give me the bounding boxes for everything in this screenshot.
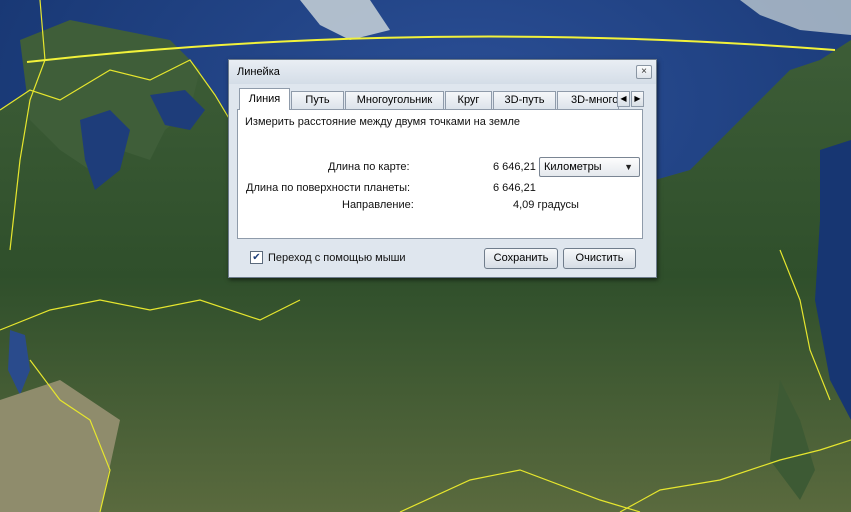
- tab-circle[interactable]: Круг: [445, 91, 492, 110]
- save-button[interactable]: Сохранить: [484, 248, 558, 269]
- dialog-title: Линейка: [237, 66, 280, 78]
- mouse-nav-checkbox[interactable]: ✔: [250, 251, 263, 264]
- tab-polygon[interactable]: Многоугольник: [345, 91, 444, 110]
- chevron-down-icon: ▼: [624, 162, 633, 172]
- measure-description: Измерить расстояние между двумя точками …: [245, 116, 521, 128]
- chevron-right-icon: ▶: [634, 94, 641, 103]
- tab-3d-path[interactable]: 3D-путь: [493, 91, 556, 110]
- map-length-value: 6 646,21: [493, 161, 536, 173]
- close-icon: ×: [641, 66, 647, 77]
- tab-3d-polygon[interactable]: 3D-много: [557, 91, 619, 110]
- tab-scroll-left-button[interactable]: ◀: [617, 91, 630, 107]
- ruler-dialog: Линейка × Линия Путь Многоугольник Круг …: [228, 59, 657, 278]
- tab-path[interactable]: Путь: [291, 91, 344, 110]
- surface-length-value: 6 646,21: [493, 182, 536, 194]
- units-selected: Километры: [544, 161, 602, 173]
- checkmark-icon: ✔: [252, 252, 261, 263]
- mouse-nav-label: Переход с помощью мыши: [268, 252, 406, 264]
- tab-scroll-right-button[interactable]: ▶: [631, 91, 644, 107]
- direction-value: 4,09 градусы: [513, 199, 579, 211]
- direction-label: Направление:: [342, 199, 414, 211]
- tab-line[interactable]: Линия: [239, 88, 290, 110]
- clear-button[interactable]: Очистить: [563, 248, 636, 269]
- chevron-left-icon: ◀: [620, 94, 627, 103]
- dialog-titlebar[interactable]: Линейка ×: [229, 60, 656, 84]
- surface-length-label: Длина по поверхности планеты:: [246, 182, 411, 194]
- close-button[interactable]: ×: [636, 65, 652, 79]
- map-length-label: Длина по карте:: [328, 161, 410, 173]
- units-dropdown[interactable]: Километры ▼: [539, 157, 640, 177]
